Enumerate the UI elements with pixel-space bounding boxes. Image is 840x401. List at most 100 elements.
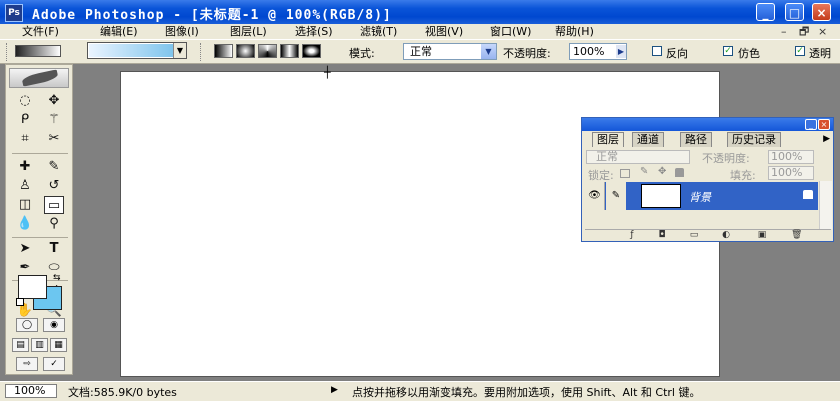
- document-size-info[interactable]: 文档:585.9K/0 bytes: [68, 384, 177, 400]
- magic-wand-tool-icon[interactable]: ⚚: [44, 111, 64, 129]
- slice-tool-icon[interactable]: ✂: [44, 130, 64, 148]
- menu-file[interactable]: 文件(F): [22, 24, 59, 39]
- zoom-level-field[interactable]: 100%: [5, 384, 57, 398]
- foreground-color-swatch[interactable]: [18, 275, 47, 299]
- lock-position-icon[interactable]: ✥: [658, 166, 666, 177]
- healing-brush-tool-icon[interactable]: ✚: [15, 158, 35, 176]
- layers-panel-titlebar[interactable]: _ ×: [582, 118, 833, 131]
- opacity-label: 不透明度:: [503, 47, 551, 60]
- linear-gradient-button[interactable]: [214, 44, 233, 58]
- dither-checkbox[interactable]: ✓: [723, 46, 733, 56]
- toolbox: ◌ ✥ ᑭ ⚚ ⌗ ✂ ✚ ✎ ♙ ↺ ◫ ▭ 💧 ⚲ ➤ T ✒ ⬭ ✉ ⁄ …: [5, 64, 73, 375]
- gradient-preview: [89, 44, 174, 57]
- maximize-button[interactable]: □: [785, 3, 804, 21]
- reflected-gradient-button[interactable]: [280, 44, 299, 58]
- radial-gradient-button[interactable]: [236, 44, 255, 58]
- gradient-tool-preset-icon[interactable]: [15, 42, 65, 60]
- feather-logo-icon: [21, 69, 59, 87]
- adjustment-layer-icon[interactable]: ◐: [721, 231, 731, 240]
- layer-opacity-input[interactable]: 100%: [768, 150, 814, 164]
- panel-menu-arrow-icon[interactable]: ▶: [823, 132, 830, 146]
- tab-paths[interactable]: 路径: [680, 132, 712, 147]
- full-screen-menu-mode-button[interactable]: ▥: [31, 338, 48, 352]
- clone-stamp-tool-icon[interactable]: ♙: [15, 177, 35, 195]
- lasso-tool-icon[interactable]: ᑭ: [15, 111, 35, 129]
- gradient-picker[interactable]: ▼: [87, 42, 187, 59]
- fill-label: 填充:: [730, 169, 756, 182]
- diamond-gradient-button[interactable]: [302, 44, 321, 58]
- close-button[interactable]: ×: [812, 3, 831, 21]
- layer-opacity-label: 不透明度:: [702, 152, 750, 165]
- default-colors-icon[interactable]: [16, 298, 24, 306]
- path-selection-tool-icon[interactable]: ➤: [15, 240, 35, 258]
- menu-filter[interactable]: 滤镜(T): [360, 24, 397, 39]
- fill-input[interactable]: 100%: [768, 166, 814, 180]
- photoshop-app-icon[interactable]: Ps: [5, 4, 23, 22]
- dodge-tool-icon[interactable]: ⚲: [44, 215, 64, 233]
- layers-panel: _ × 图层 通道 路径 历史记录 ▶ 正常 不透明度: 100% 锁定: ✎ …: [581, 117, 834, 242]
- new-layer-icon[interactable]: ▣: [757, 231, 767, 240]
- standard-mode-button[interactable]: ◯: [16, 318, 38, 332]
- edit-in-imageready-icon[interactable]: ✓: [43, 357, 65, 371]
- options-bar: ▼ 模式: 正常 ▼ 不透明度: 100% ▶ 反向 ✓ 仿色 ✓ 透明: [0, 39, 840, 64]
- quick-mask-mode-button[interactable]: ◉: [43, 318, 65, 332]
- menu-image[interactable]: 图像(I): [165, 24, 199, 39]
- tab-channels[interactable]: 通道: [632, 132, 664, 147]
- reverse-checkbox[interactable]: [652, 46, 662, 56]
- eraser-tool-icon[interactable]: ◫: [15, 196, 35, 214]
- gradient-tool-icon[interactable]: ▭: [44, 196, 64, 214]
- menu-select[interactable]: 选择(S): [295, 24, 333, 39]
- standard-screen-mode-button[interactable]: ▤: [12, 338, 29, 352]
- transparency-checkbox[interactable]: ✓: [795, 46, 805, 56]
- menu-window[interactable]: 窗口(W): [490, 24, 531, 39]
- options-grip[interactable]: [6, 43, 10, 61]
- swap-colors-icon[interactable]: ⇆: [53, 273, 61, 283]
- panel-minimize-button[interactable]: _: [805, 119, 817, 130]
- tab-layers[interactable]: 图层: [592, 132, 624, 147]
- type-tool-icon[interactable]: T: [44, 240, 64, 258]
- opacity-value: 100%: [573, 45, 605, 58]
- brush-tool-icon[interactable]: ✎: [44, 158, 64, 176]
- lock-all-icon[interactable]: [675, 168, 684, 177]
- layer-style-icon[interactable]: ƒ: [627, 231, 637, 240]
- layers-scrollbar[interactable]: [819, 181, 832, 229]
- full-screen-mode-button[interactable]: ▦: [50, 338, 67, 352]
- delete-layer-icon[interactable]: 🗑: [791, 231, 802, 240]
- new-set-icon[interactable]: ▭: [689, 231, 699, 240]
- doc-minimize-button[interactable]: –: [781, 24, 787, 39]
- crop-tool-icon[interactable]: ⌗: [15, 130, 35, 148]
- doc-restore-button[interactable]: 🗗: [799, 24, 809, 39]
- lock-image-icon[interactable]: ✎: [640, 166, 648, 177]
- history-brush-tool-icon[interactable]: ↺: [44, 177, 64, 195]
- toolbox-header[interactable]: [9, 68, 69, 88]
- angle-gradient-button[interactable]: [258, 44, 277, 58]
- dropdown-arrow-icon[interactable]: ▼: [173, 43, 186, 58]
- layer-blend-mode-select[interactable]: 正常: [586, 150, 690, 164]
- paintbrush-icon[interactable]: ✎: [606, 182, 626, 210]
- marquee-tool-icon[interactable]: ◌: [15, 92, 35, 110]
- reverse-label: 反向: [666, 47, 688, 60]
- panel-close-button[interactable]: ×: [818, 119, 830, 130]
- opacity-slider-arrow-icon[interactable]: ▶: [616, 45, 626, 58]
- layer-lock-icon: [803, 190, 813, 199]
- menu-view[interactable]: 视图(V): [425, 24, 463, 39]
- menu-layer[interactable]: 图层(L): [230, 24, 267, 39]
- move-tool-icon[interactable]: ✥: [44, 92, 64, 110]
- menu-help[interactable]: 帮助(H): [555, 24, 594, 39]
- tab-history[interactable]: 历史记录: [727, 132, 781, 147]
- layer-row-background[interactable]: 👁 ✎ 背景: [585, 182, 818, 210]
- menu-edit[interactable]: 编辑(E): [100, 24, 138, 39]
- chevron-down-icon[interactable]: ▼: [481, 44, 496, 59]
- status-menu-arrow-icon[interactable]: ▶: [331, 385, 338, 395]
- add-mask-icon[interactable]: ◘: [657, 231, 667, 240]
- blur-tool-icon[interactable]: 💧: [15, 215, 35, 233]
- opacity-input[interactable]: 100% ▶: [569, 43, 627, 60]
- eye-icon[interactable]: 👁: [585, 182, 605, 210]
- minimize-button[interactable]: _: [756, 3, 775, 21]
- layer-name[interactable]: 背景: [689, 189, 711, 205]
- lock-transparent-icon[interactable]: [620, 169, 630, 178]
- jump-to-imageready-button[interactable]: ⇨: [16, 357, 38, 371]
- status-message: 点按并拖移以用渐变填充。要用附加选项，使用 Shift、Alt 和 Ctrl 键…: [352, 386, 701, 399]
- doc-close-button[interactable]: ×: [818, 24, 827, 39]
- mode-select[interactable]: 正常 ▼: [403, 43, 497, 60]
